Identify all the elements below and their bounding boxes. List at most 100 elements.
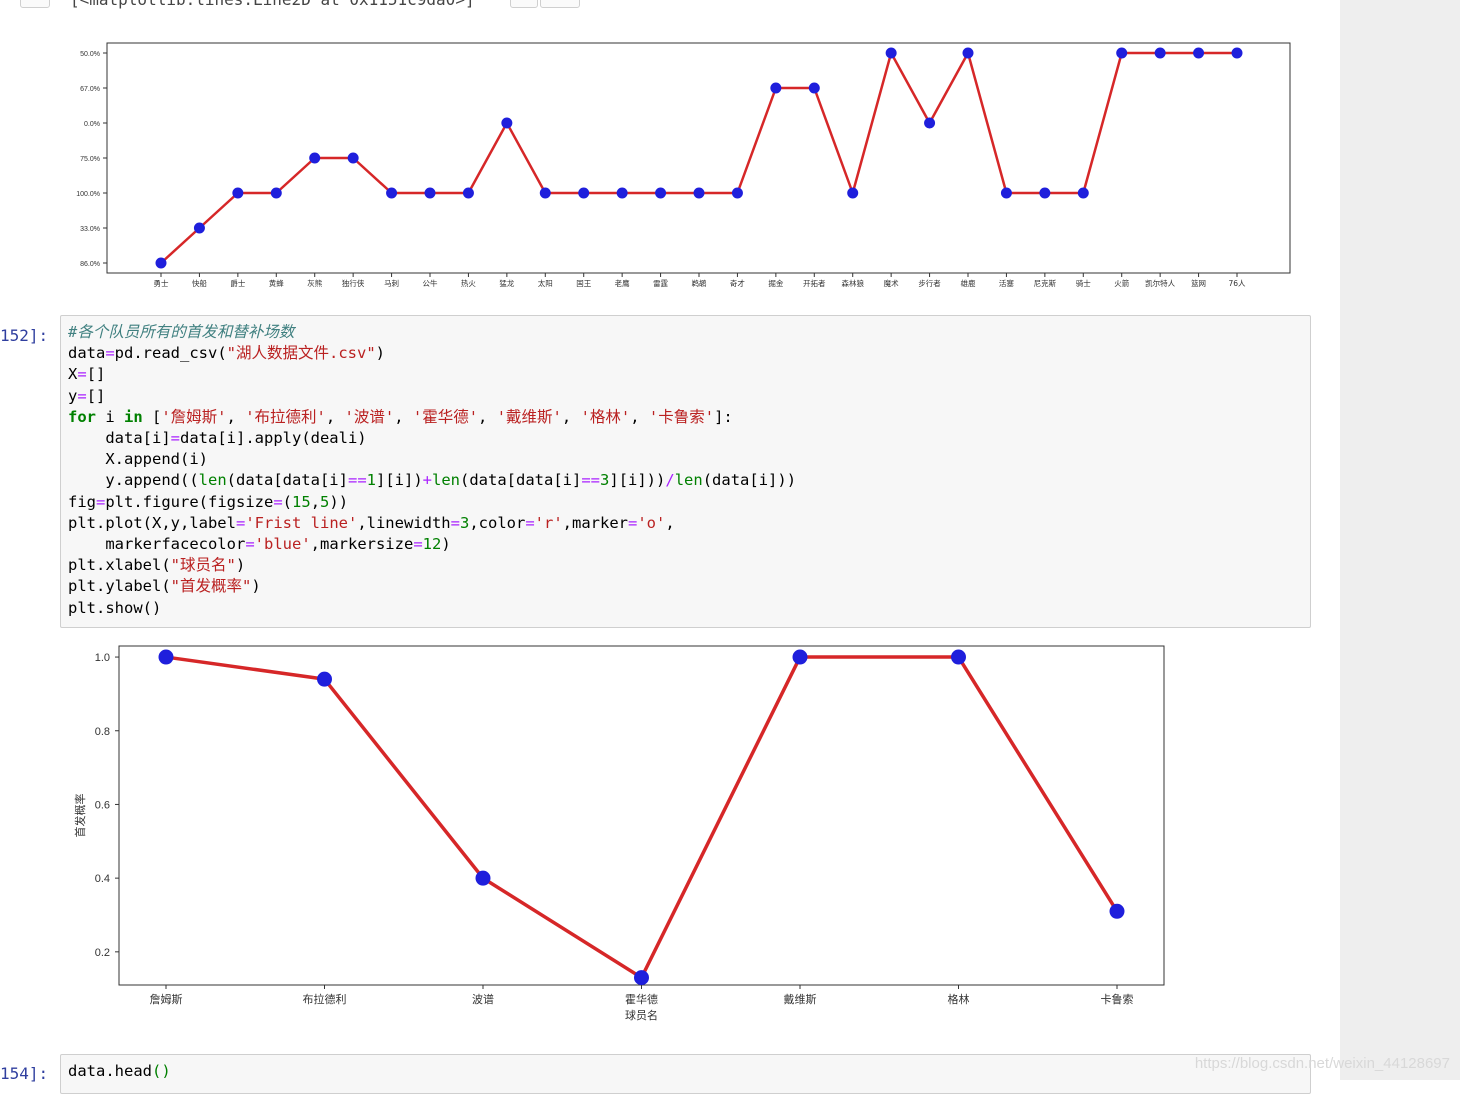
y-axis-label: 首发概率 xyxy=(73,794,87,838)
x-tick-label: 尼克斯 xyxy=(1034,278,1057,288)
code-token: = xyxy=(96,492,106,511)
code-cell-154[interactable]: data.head() xyxy=(60,1054,1311,1094)
code-token: in xyxy=(124,407,143,426)
code-token: (data[data[i] xyxy=(226,471,348,490)
code-token: = xyxy=(525,513,535,532)
x-tick-label: 热火 xyxy=(461,278,476,288)
code-token: "湖人数据文件.csv" xyxy=(226,344,376,363)
x-tick-label: 掘金 xyxy=(768,278,783,288)
watermark-text: https://blog.csdn.net/weixin_44128697 xyxy=(1194,1055,1450,1072)
data-point xyxy=(1154,47,1166,59)
data-point xyxy=(347,152,359,164)
code-token: len xyxy=(198,471,227,490)
data-point xyxy=(1231,47,1243,59)
toolbar-button[interactable] xyxy=(540,0,580,8)
code-token: 3 xyxy=(459,513,470,532)
code-cell-152[interactable]: #各个队员所有的首发和替补场数 data=pd.read_csv("湖人数据文件… xyxy=(60,315,1311,628)
code-token: plt.xlabel( xyxy=(68,556,171,575)
code-token: '波谱' xyxy=(344,407,395,426)
code-token: ) xyxy=(235,556,246,575)
player-start-rate-chart: 0.2 0.4 0.6 0.8 1.0 詹姆斯 布拉德利 波谱 霍华德 戴维斯 格林 卡鲁索球员名 首发… xyxy=(73,645,1165,1022)
code-token: 'r' xyxy=(534,513,563,532)
x-tick-label: 凯尔特人 xyxy=(1145,278,1175,288)
x-tick-label: 太阳 xyxy=(538,278,553,288)
code-token: data xyxy=(68,344,106,363)
toolbar-button[interactable] xyxy=(510,0,538,8)
code-token: ]: xyxy=(714,407,733,426)
code-token: , xyxy=(561,407,581,426)
code-editor[interactable]: data.head() xyxy=(61,1055,1310,1082)
code-token: 'o' xyxy=(637,513,666,532)
code-token: len xyxy=(432,471,461,490)
code-token: [] xyxy=(86,365,106,384)
data-point xyxy=(847,187,859,199)
code-token: #各个队员所有的首发和替补场数 xyxy=(68,323,295,341)
y-tick-label: 86.0% xyxy=(80,261,100,268)
code-token: ,markersize xyxy=(310,535,414,554)
code-token: data[i].apply(deali) xyxy=(180,429,367,448)
x-tick-label: 黄蜂 xyxy=(269,278,284,288)
x-tick-label: 勇士 xyxy=(154,278,169,288)
x-tick-label: 奇才 xyxy=(730,278,745,288)
code-token: "首发概率" xyxy=(170,577,252,596)
code-token: ) xyxy=(441,535,451,554)
code-token: = xyxy=(413,535,423,554)
x-tick-label: 戴维斯 xyxy=(784,992,817,1006)
cell-prompt: 152]: xyxy=(0,326,49,345)
data-point xyxy=(578,187,590,199)
code-token: == xyxy=(347,471,367,490)
x-tick-label: 76人 xyxy=(1228,279,1246,288)
code-token: 5 xyxy=(320,492,330,511)
x-tick-label: 老鹰 xyxy=(615,278,630,288)
y-tick-label: 0.4 xyxy=(95,873,110,885)
code-token: X.append(i) xyxy=(68,450,208,469)
x-tick-label: 霍华德 xyxy=(625,992,658,1006)
code-editor[interactable]: #各个队员所有的首发和替补场数 data=pd.read_csv("湖人数据文件… xyxy=(61,316,1310,619)
data-point xyxy=(193,222,205,234)
data-point xyxy=(770,82,782,94)
toolbar-button[interactable] xyxy=(20,0,50,8)
code-token: (data[data[i] xyxy=(460,471,582,490)
code-token: , xyxy=(394,407,413,426)
data-point xyxy=(158,649,174,665)
data-point xyxy=(885,47,897,59)
code-token: '詹姆斯' xyxy=(161,407,227,426)
code-token: [ xyxy=(142,407,162,426)
x-tick-label: 雷霆 xyxy=(653,279,668,288)
y-tick-label: 0.6 xyxy=(95,799,110,811)
code-token: X xyxy=(68,365,78,384)
data-point xyxy=(1116,47,1128,59)
data-point xyxy=(309,152,321,164)
data-point xyxy=(1109,903,1125,919)
cell-prompt: 154]: xyxy=(0,1064,49,1083)
x-tick-label: 火箭 xyxy=(1114,278,1129,288)
code-token: "球员名" xyxy=(170,556,236,575)
code-token: = xyxy=(273,492,283,511)
x-axis-label: 球员名 xyxy=(625,1008,658,1022)
code-token: = xyxy=(77,365,87,384)
y-tick-label: 67.0% xyxy=(80,86,100,93)
code-token: 'Frist line' xyxy=(245,513,358,532)
data-point xyxy=(693,187,705,199)
data-point xyxy=(1077,187,1089,199)
data-point xyxy=(731,187,743,199)
data-point xyxy=(962,47,974,59)
code-token: markerfacecolor xyxy=(68,535,246,554)
code-token: plt.plot(X,y,label xyxy=(68,513,236,532)
code-token: '霍华德' xyxy=(412,407,479,426)
code-token: [] xyxy=(86,386,106,405)
y-tick-label: 1.0 xyxy=(95,652,110,664)
x-tick-label: 詹姆斯 xyxy=(150,992,183,1006)
code-token: ,linewidth xyxy=(357,513,451,532)
code-token: plt.ylabel( xyxy=(68,577,171,596)
code-token: , xyxy=(630,407,649,426)
data-point xyxy=(634,970,649,986)
code-token: y.append(( xyxy=(68,471,199,490)
x-tick-label: 骑士 xyxy=(1076,278,1091,288)
data-point xyxy=(155,257,167,269)
data-point xyxy=(462,187,474,199)
data-point xyxy=(924,117,936,129)
x-tick-label: 爵士 xyxy=(230,278,245,288)
code-token: 'blue' xyxy=(254,535,311,554)
y-tick-label: 50.0% xyxy=(80,51,100,58)
